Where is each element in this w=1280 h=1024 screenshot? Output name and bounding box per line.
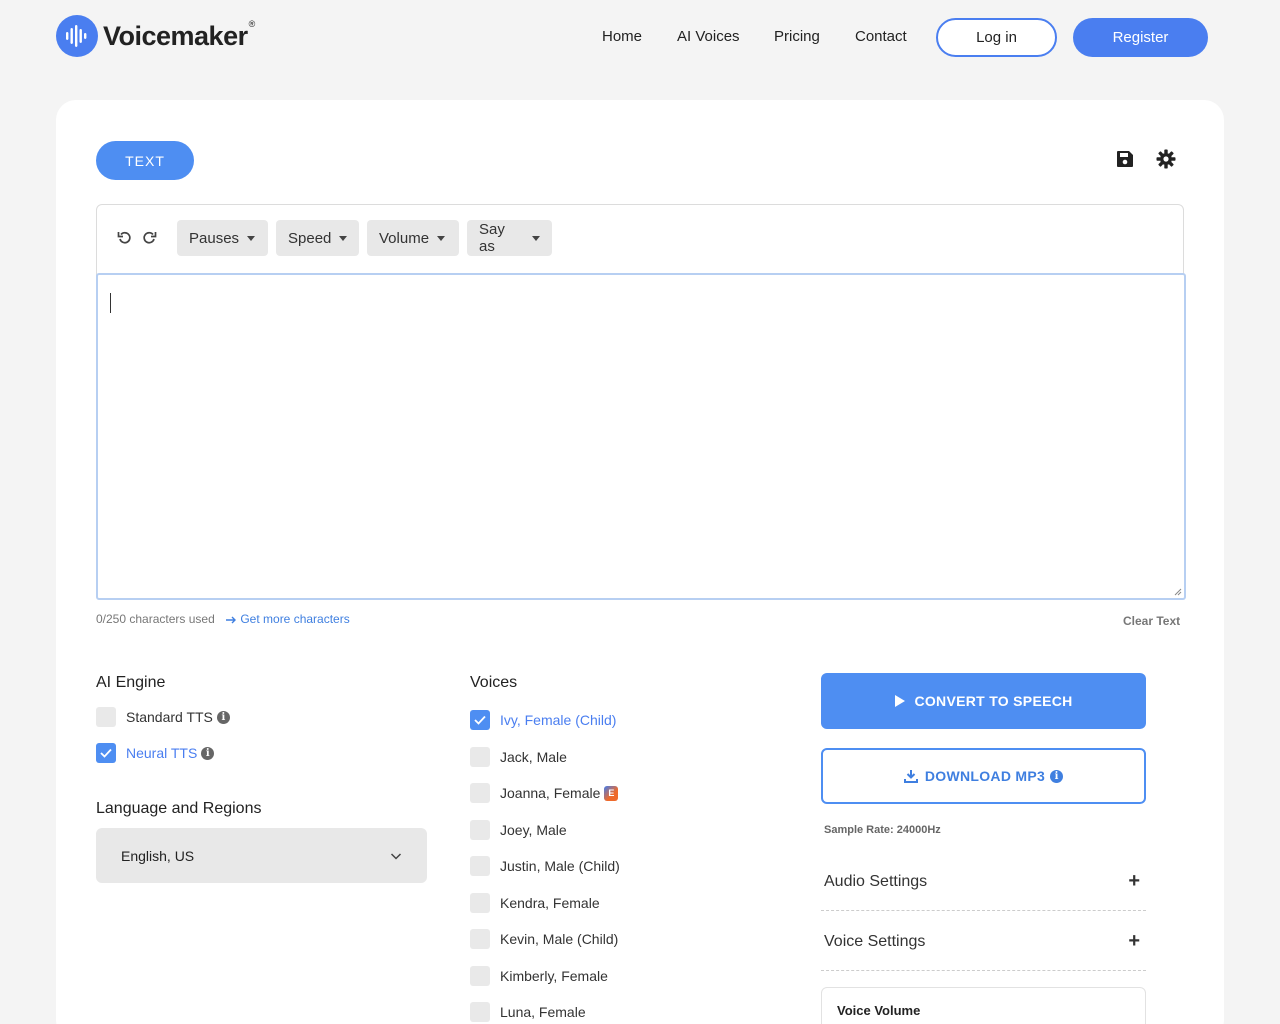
text-input[interactable]: [96, 273, 1186, 600]
voice-checkbox[interactable]: [470, 747, 490, 767]
voice-settings-title: Voice Settings: [824, 933, 926, 950]
nav-home[interactable]: Home: [602, 28, 642, 45]
register-button[interactable]: Register: [1073, 18, 1208, 57]
ai-engine-title: AI Engine: [96, 674, 166, 691]
sample-rate: Sample Rate: 24000Hz: [824, 824, 941, 836]
arrow-right-icon: [226, 616, 236, 624]
voice-volume-title: Voice Volume: [837, 1003, 921, 1018]
voice-settings-accordion[interactable]: Voice Settings +: [821, 911, 1146, 971]
check-icon: [100, 748, 112, 758]
voicemaker-logo-icon: [56, 15, 98, 57]
plus-icon[interactable]: +: [1128, 871, 1140, 891]
info-icon[interactable]: i: [216, 710, 230, 724]
language-selected: English, US: [121, 847, 195, 864]
engine-badge: E: [604, 785, 619, 801]
info-icon[interactable]: i: [201, 746, 215, 760]
play-icon: [895, 695, 906, 707]
voice-checkbox[interactable]: [470, 929, 490, 949]
brand-name: Voicemaker: [103, 20, 248, 51]
site-header: Voicemaker ® Home AI Voices Pricing Cont…: [0, 0, 1280, 80]
voice-volume-panel: Voice Volume: [821, 987, 1146, 1024]
pauses-label: Pauses: [189, 229, 240, 247]
get-more-characters-label: Get more characters: [240, 612, 350, 626]
voice-label: Ivy, Female (Child): [500, 712, 617, 728]
voice-label: Joanna, Female: [500, 785, 601, 801]
download-label: DOWNLOAD MP3: [924, 768, 1046, 784]
speed-dropdown[interactable]: Speed: [276, 220, 359, 256]
voices-title: Voices: [470, 674, 518, 691]
voice-label: Justin, Male (Child): [500, 858, 620, 874]
voice-checkbox[interactable]: [470, 966, 490, 986]
volume-label: Volume: [379, 229, 430, 247]
info-icon[interactable]: i: [1050, 769, 1064, 783]
voice-item[interactable]: Luna, Female: [470, 1002, 586, 1022]
say-as-dropdown[interactable]: Say as: [467, 220, 552, 256]
standard-tts-checkbox[interactable]: [96, 707, 116, 727]
voice-item[interactable]: Kevin, Male (Child): [470, 929, 618, 949]
caret-down-icon: [247, 235, 256, 241]
language-title: Language and Regions: [96, 800, 262, 817]
resize-handle-icon[interactable]: [1172, 586, 1182, 596]
redo-icon[interactable]: [140, 229, 158, 247]
voice-checkbox[interactable]: [470, 820, 490, 840]
voice-label: Jack, Male: [500, 749, 567, 765]
caret-down-icon: [339, 235, 348, 241]
voice-item[interactable]: Justin, Male (Child): [470, 856, 620, 876]
voice-label: Joey, Male: [500, 822, 567, 838]
clear-text-button[interactable]: Clear Text: [1123, 614, 1180, 628]
pauses-dropdown[interactable]: Pauses: [177, 220, 268, 256]
neural-tts-label: Neural TTS: [126, 745, 198, 761]
brand-registered: ®: [248, 19, 256, 29]
brand-logo[interactable]: Voicemaker ®: [56, 15, 255, 57]
voice-item[interactable]: Kendra, Female: [470, 893, 600, 913]
voice-item[interactable]: Joey, Male: [470, 820, 567, 840]
convert-to-speech-button[interactable]: CONVERT TO SPEECH: [821, 673, 1146, 729]
voice-item[interactable]: Joanna, Female E: [470, 783, 619, 803]
voice-checkbox[interactable]: [470, 856, 490, 876]
standard-tts-label: Standard TTS: [126, 709, 213, 725]
login-button[interactable]: Log in: [936, 18, 1057, 57]
caret-down-icon: [532, 235, 540, 241]
download-icon: [903, 770, 918, 783]
nav-pricing[interactable]: Pricing: [774, 28, 820, 45]
plus-icon[interactable]: +: [1128, 931, 1140, 951]
voice-item[interactable]: Ivy, Female (Child): [470, 710, 616, 730]
audio-settings-title: Audio Settings: [824, 873, 928, 890]
voice-label: Kevin, Male (Child): [500, 931, 619, 947]
download-mp3-button[interactable]: DOWNLOAD MP3 i: [821, 748, 1146, 804]
nav-ai-voices[interactable]: AI Voices: [677, 28, 740, 45]
neural-tts-checkbox[interactable]: [96, 743, 116, 763]
convert-label: CONVERT TO SPEECH: [914, 693, 1073, 709]
caret-down-icon: [437, 235, 446, 241]
text-cursor: [110, 293, 111, 313]
voice-checkbox[interactable]: [470, 710, 490, 730]
voice-item[interactable]: Jack, Male: [470, 747, 567, 767]
character-count: 0/250 characters used: [96, 612, 215, 626]
voice-label: Kendra, Female: [500, 895, 600, 911]
get-more-characters-link[interactable]: Get more characters: [226, 612, 350, 626]
voice-item[interactable]: Kimberly, Female: [470, 966, 608, 986]
engine-option-neural[interactable]: Neural TTS i: [96, 743, 215, 763]
volume-dropdown[interactable]: Volume: [367, 220, 459, 256]
language-select[interactable]: English, US: [96, 828, 427, 883]
speed-label: Speed: [288, 229, 332, 247]
save-icon[interactable]: [1114, 148, 1136, 170]
editor-toolbar: Pauses Speed Volume Say as: [97, 205, 1183, 273]
undo-icon[interactable]: [116, 229, 134, 247]
gear-icon[interactable]: [1155, 148, 1177, 170]
chevron-down-icon: [390, 853, 402, 860]
say-as-label: Say as: [479, 221, 505, 255]
tts-card: TEXT Pauses Speed Volume Say as 0/250 ch…: [56, 100, 1224, 1024]
voice-checkbox[interactable]: [470, 893, 490, 913]
nav-contact[interactable]: Contact: [855, 28, 907, 45]
check-icon: [474, 715, 486, 725]
voice-checkbox[interactable]: [470, 783, 490, 803]
voice-label: Luna, Female: [500, 1004, 586, 1020]
audio-settings-accordion[interactable]: Audio Settings +: [821, 851, 1146, 911]
tab-text[interactable]: TEXT: [96, 141, 194, 180]
voice-checkbox[interactable]: [470, 1002, 490, 1022]
engine-option-standard[interactable]: Standard TTS i: [96, 707, 230, 727]
text-editor: Pauses Speed Volume Say as: [96, 204, 1186, 600]
voice-label: Kimberly, Female: [500, 968, 608, 984]
